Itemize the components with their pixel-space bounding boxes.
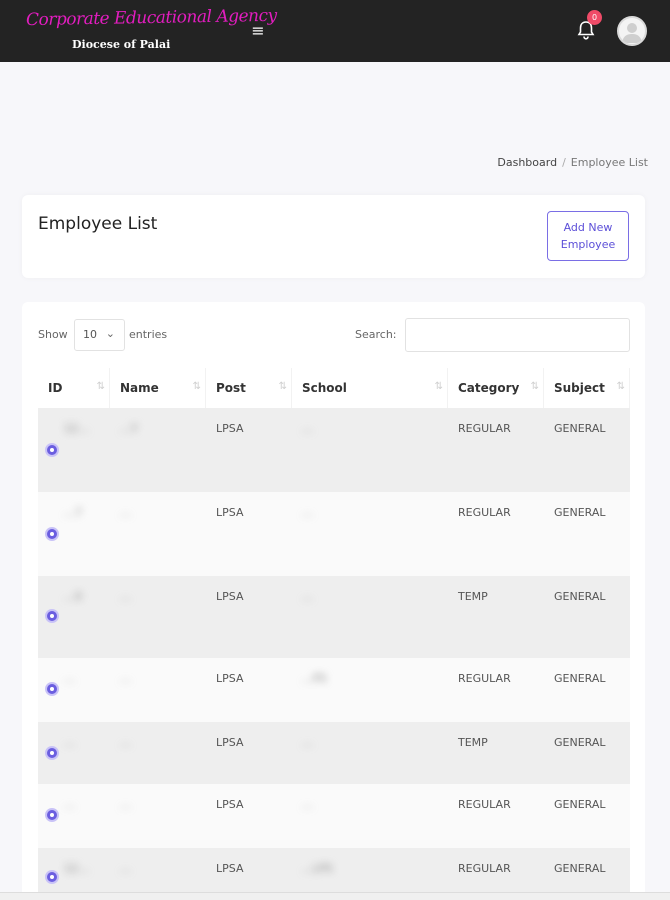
cell-category: TEMP [458, 736, 488, 749]
cell-school: … [302, 422, 313, 435]
table-row[interactable]: … … LPSA … TEMP GENERAL [38, 722, 630, 784]
cell-post: LPSA [216, 672, 244, 685]
logo-subtitle: Diocese of Palai [72, 38, 171, 51]
cell-subject: GENERAL [554, 422, 606, 435]
table-row[interactable]: …0 … LPSA … TEMP GENERAL [38, 576, 630, 658]
top-navbar: Corporate Educational Agency Diocese of … [0, 0, 670, 62]
user-avatar[interactable] [617, 16, 647, 46]
cell-subject: GENERAL [554, 672, 606, 685]
notification-count-badge: 0 [587, 10, 602, 25]
cell-post: LPSA [216, 736, 244, 749]
breadcrumb-separator: / [562, 156, 566, 169]
cell-name: … [120, 736, 131, 749]
cell-name: … [120, 798, 131, 811]
cell-subject: GENERAL [554, 736, 606, 749]
table-body: 12… …Y LPSA … REGULAR GENERAL …7 … LPSA … REGULAR G… [38, 408, 630, 900]
chevron-down-icon: ⌄ [105, 327, 115, 340]
cell-id: …0 [64, 590, 82, 603]
cell-school: … [302, 736, 313, 749]
cell-name: … [120, 672, 131, 685]
cell-id: … [64, 672, 75, 685]
cell-category: REGULAR [458, 672, 511, 685]
table-header: ID ⇅ Name ⇅ Post ⇅ School ⇅ Category ⇅ Subject ⇅ [38, 368, 630, 408]
breadcrumb-current: Employee List [570, 156, 648, 169]
column-header-label: Subject [554, 381, 605, 395]
sort-icon: ⇅ [616, 381, 625, 392]
show-label: Show [38, 328, 68, 341]
cell-school: …LPS [302, 862, 333, 875]
expand-row-icon[interactable] [45, 527, 59, 541]
cell-school: … [302, 506, 313, 519]
cell-category: REGULAR [458, 798, 511, 811]
cell-category: TEMP [458, 590, 488, 603]
hamburger-menu-icon[interactable]: ≡ [250, 22, 266, 40]
column-header-subject[interactable]: Subject ⇅ [544, 368, 630, 408]
column-header-name[interactable]: Name ⇅ [110, 368, 206, 408]
column-header-label: Post [216, 381, 246, 395]
cell-category: REGULAR [458, 862, 511, 875]
column-header-school[interactable]: School ⇅ [292, 368, 448, 408]
cell-subject: GENERAL [554, 798, 606, 811]
table-row[interactable]: … … LPSA …PS REGULAR GENERAL [38, 658, 630, 722]
cell-name: … [120, 862, 131, 875]
sort-icon: ⇅ [434, 381, 443, 392]
column-header-label: School [302, 381, 347, 395]
expand-row-icon[interactable] [45, 870, 59, 884]
cell-subject: GENERAL [554, 506, 606, 519]
search-label: Search: [355, 328, 397, 341]
column-header-label: Category [458, 381, 520, 395]
entries-label: entries [129, 328, 168, 341]
column-header-category[interactable]: Category ⇅ [448, 368, 544, 408]
cell-post: LPSA [216, 862, 244, 875]
table-row[interactable]: … … LPSA … REGULAR GENERAL [38, 784, 630, 848]
cell-id: … [64, 736, 75, 749]
cell-school: … [302, 590, 313, 603]
page-length-select[interactable]: 10 ⌄ [74, 319, 125, 351]
employee-table-card: Show 10 ⌄ entries Search: ID ⇅ Name ⇅ Post ⇅ S… [22, 302, 645, 900]
sort-icon: ⇅ [530, 381, 539, 392]
table-row[interactable]: 12… …Y LPSA … REGULAR GENERAL [38, 408, 630, 492]
breadcrumb: Dashboard / Employee List [497, 156, 648, 169]
page-header-card: Employee List Add New Employee [22, 195, 645, 278]
cell-category: REGULAR [458, 422, 511, 435]
add-new-employee-button[interactable]: Add New Employee [547, 211, 629, 261]
sort-icon: ⇅ [192, 381, 201, 392]
cell-post: LPSA [216, 590, 244, 603]
column-header-id[interactable]: ID ⇅ [38, 368, 110, 408]
cell-post: LPSA [216, 506, 244, 519]
column-header-label: Name [120, 381, 159, 395]
cell-post: LPSA [216, 798, 244, 811]
cell-category: REGULAR [458, 506, 511, 519]
cell-post: LPSA [216, 422, 244, 435]
cell-name: … [120, 590, 131, 603]
cell-id: 12… [64, 862, 89, 875]
sort-icon: ⇅ [96, 381, 105, 392]
table-row[interactable]: …7 … LPSA … REGULAR GENERAL [38, 492, 630, 576]
breadcrumb-dashboard-link[interactable]: Dashboard [497, 156, 557, 169]
cell-id: …7 [64, 506, 82, 519]
sort-icon: ⇅ [278, 381, 287, 392]
expand-row-icon[interactable] [45, 682, 59, 696]
expand-row-icon[interactable] [45, 746, 59, 760]
page-title: Employee List [38, 214, 158, 234]
expand-row-icon[interactable] [45, 808, 59, 822]
cell-id: … [64, 798, 75, 811]
cell-school: …PS [302, 672, 327, 685]
column-header-post[interactable]: Post ⇅ [206, 368, 292, 408]
page-bottom-edge [0, 892, 670, 900]
cell-name: … [120, 506, 131, 519]
cell-school: … [302, 798, 313, 811]
cell-id: 12… [64, 422, 89, 435]
cell-name: …Y [120, 422, 138, 435]
logo-title: Corporate Educational Agency [25, 5, 277, 31]
cell-subject: GENERAL [554, 862, 606, 875]
search-input[interactable] [405, 318, 630, 352]
expand-row-icon[interactable] [45, 609, 59, 623]
column-header-label: ID [48, 381, 63, 395]
page-length-value: 10 [83, 328, 97, 341]
expand-row-icon[interactable] [45, 443, 59, 457]
brand-logo[interactable]: Corporate Educational Agency Diocese of … [26, 6, 277, 56]
cell-subject: GENERAL [554, 590, 606, 603]
